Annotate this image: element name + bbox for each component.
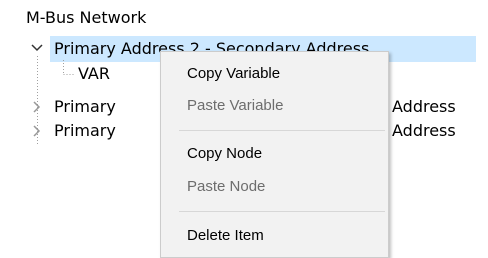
delete-item-menu-item[interactable]: Delete Item [161,220,388,252]
copy-node-menu-item[interactable]: Copy Node [161,138,388,170]
chevron-right-icon[interactable] [30,124,44,138]
menu-separator [179,130,385,131]
tree-node-label-tail[interactable]: Address [392,95,456,119]
paste-node-menu-item[interactable]: Paste Node [161,171,388,203]
menu-separator [179,211,385,212]
tree-child-label[interactable]: VAR [78,62,110,86]
copy-variable-menu-item[interactable]: Copy Variable [161,58,388,90]
tree-root-label[interactable]: M-Bus Network [26,8,146,28]
chevron-down-icon[interactable] [30,41,44,55]
tree-node-label-tail[interactable]: Address [392,119,456,143]
paste-variable-menu-item[interactable]: Paste Variable [161,90,388,122]
chevron-right-icon[interactable] [30,100,44,114]
tree-node-label[interactable]: Primary [54,95,116,119]
tree-node-label[interactable]: Primary [54,119,116,143]
context-menu: Copy Variable Paste Variable Copy Node P… [160,51,389,258]
